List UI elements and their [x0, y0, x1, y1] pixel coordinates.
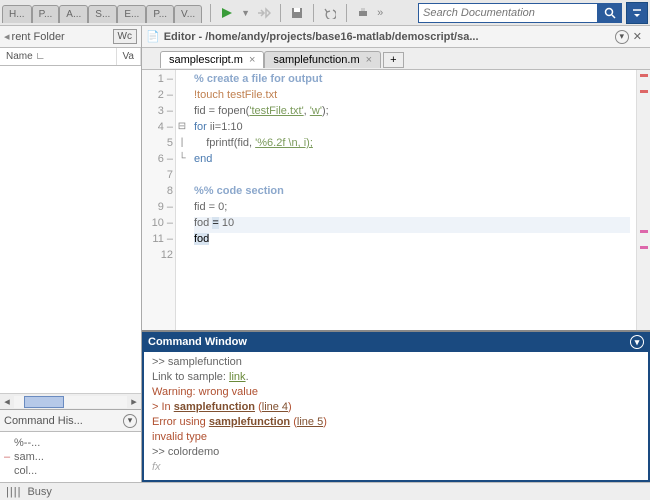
chevron-left-icon[interactable]: ◂	[4, 30, 10, 43]
close-tab-icon[interactable]: ×	[249, 54, 255, 66]
line-link[interactable]: line 4	[262, 401, 288, 413]
panel-menu-icon[interactable]: ▾	[630, 335, 644, 349]
function-link[interactable]: samplefunction	[174, 401, 255, 413]
new-tab-button[interactable]: +	[383, 52, 403, 68]
panel-menu-icon[interactable]: ▾	[123, 414, 137, 428]
divider	[346, 4, 347, 22]
search-input[interactable]	[418, 3, 598, 23]
top-toolbar: H... P... A... S... E... P... V... ▼ »	[0, 0, 650, 26]
code-editor[interactable]: 1 –2 –3 –4 –56 –789 –10 –11 –12 ⊟|└ % cr…	[142, 70, 650, 330]
undo-icon[interactable]	[320, 3, 340, 23]
line-numbers: 1 –2 –3 –4 –56 –789 –10 –11 –12	[142, 70, 176, 330]
scroll-right-icon[interactable]: ▸	[127, 395, 141, 409]
step-icon[interactable]	[254, 3, 274, 23]
editor-title: Editor - /home/andy/projects/base16-matl…	[164, 31, 613, 43]
file-icon: 📄	[146, 30, 160, 43]
main-area: ◂ rent Folder Wc Name ∟ Va ◂ ▸ Command H…	[0, 26, 650, 482]
command-window-header: Command Window ▾	[142, 332, 650, 352]
file-tab-samplescript[interactable]: samplescript.m ×	[160, 51, 264, 68]
line-link[interactable]: line 5	[297, 416, 323, 428]
folder-list[interactable]: ◂ ▸	[0, 66, 141, 409]
divider	[280, 4, 281, 22]
save-icon[interactable]	[287, 3, 307, 23]
col-value[interactable]: Va	[117, 48, 142, 65]
warn-marker[interactable]	[640, 230, 648, 233]
scrollbar-horizontal[interactable]: ◂ ▸	[0, 393, 141, 409]
history-item[interactable]: sam...	[4, 450, 137, 464]
run-button[interactable]	[217, 3, 237, 23]
history-item[interactable]: %--...	[4, 436, 137, 450]
error-marker[interactable]	[640, 90, 648, 93]
command-window-body[interactable]: >> samplefunction Link to sample: link. …	[142, 352, 650, 482]
warn-marker[interactable]	[640, 246, 648, 249]
ribbon-tab[interactable]: P...	[146, 5, 174, 23]
status-text: Busy	[27, 486, 51, 498]
command-window: Command Window ▾ >> samplefunction Link …	[142, 330, 650, 482]
search-button[interactable]	[598, 3, 622, 23]
function-link[interactable]: samplefunction	[209, 416, 290, 428]
ribbon-tab[interactable]: E...	[117, 5, 146, 23]
ribbon-tab[interactable]: H...	[2, 5, 32, 23]
ribbon-tabs: H... P... A... S... E... P... V...	[0, 3, 202, 23]
print-icon[interactable]	[353, 3, 373, 23]
right-column: 📄 Editor - /home/andy/projects/base16-ma…	[142, 26, 650, 482]
ribbon-tab[interactable]: A...	[59, 5, 88, 23]
fx-prompt-icon[interactable]: fx	[152, 461, 161, 473]
tab-label: samplefunction.m	[273, 54, 359, 66]
search-box	[418, 3, 622, 23]
command-history-panel: Command His... ▾ %--... sam... col...	[0, 409, 141, 482]
error-marker[interactable]	[640, 74, 648, 77]
scroll-left-icon[interactable]: ◂	[0, 395, 14, 409]
fold-gutter[interactable]: ⊟|└	[176, 70, 188, 330]
col-name[interactable]: Name ∟	[0, 48, 117, 65]
busy-indicator-icon: ||||	[6, 486, 21, 498]
link[interactable]: link	[229, 371, 246, 383]
dropdown-icon[interactable]: ▼	[241, 8, 250, 18]
divider	[313, 4, 314, 22]
left-column: ◂ rent Folder Wc Name ∟ Va ◂ ▸ Command H…	[0, 26, 142, 482]
panel-title: Command Window	[148, 336, 247, 348]
editor-header: 📄 Editor - /home/andy/projects/base16-ma…	[142, 26, 650, 48]
code-area[interactable]: % create a file for output !touch testFi…	[188, 70, 636, 330]
overflow-icon[interactable]: »	[377, 7, 383, 19]
ribbon-tab[interactable]: V...	[174, 5, 202, 23]
quick-access: ▼ »	[202, 3, 389, 23]
history-item[interactable]: col...	[4, 464, 137, 478]
status-bar: |||| Busy	[0, 482, 650, 500]
divider	[210, 4, 211, 22]
scroll-track[interactable]	[14, 396, 127, 408]
file-tab-samplefunction[interactable]: samplefunction.m ×	[264, 51, 381, 68]
panel-title: Command His...	[4, 415, 121, 427]
marker-bar[interactable]	[636, 70, 650, 330]
panel-menu-icon[interactable]: ▾	[615, 30, 629, 44]
file-tab-bar: samplescript.m × samplefunction.m × +	[142, 48, 650, 70]
scroll-thumb[interactable]	[24, 396, 64, 408]
current-folder-header: ◂ rent Folder Wc	[0, 26, 141, 48]
folder-columns: Name ∟ Va	[0, 48, 141, 66]
main-menu-button[interactable]	[626, 2, 648, 24]
tab-label: samplescript.m	[169, 54, 243, 66]
command-history-list: %--... sam... col...	[0, 432, 141, 482]
panel-title: rent Folder	[12, 31, 113, 43]
ribbon-tab[interactable]: P...	[32, 5, 60, 23]
ribbon-tab[interactable]: S...	[88, 5, 117, 23]
close-icon[interactable]: ✕	[629, 30, 646, 43]
workspace-tab[interactable]: Wc	[113, 29, 137, 44]
command-history-header: Command His... ▾	[0, 410, 141, 432]
close-tab-icon[interactable]: ×	[366, 54, 372, 66]
